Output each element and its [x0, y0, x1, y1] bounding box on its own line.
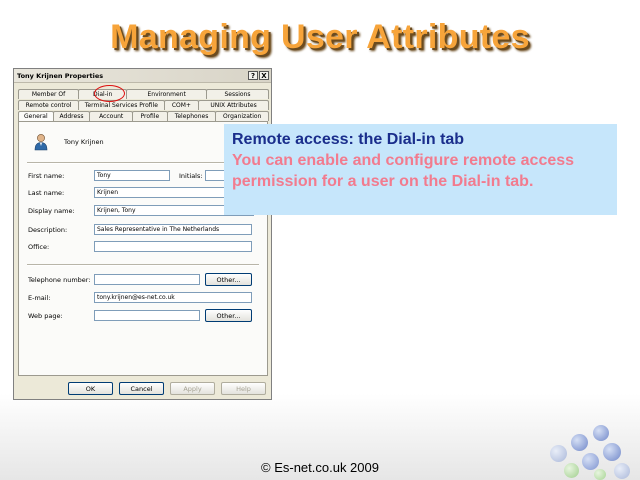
bubble-icon	[571, 434, 588, 451]
email-label: E-mail:	[28, 294, 51, 302]
telephone-label: Telephone number:	[28, 276, 91, 284]
tab-general[interactable]: General	[18, 111, 54, 121]
user-display-name: Tony Krijnen	[64, 138, 104, 146]
tab-account[interactable]: Account	[89, 111, 134, 121]
tab-com-plus[interactable]: COM+	[163, 100, 200, 110]
bubble-icon	[593, 425, 609, 441]
apply-button[interactable]: Apply	[170, 382, 215, 395]
cancel-button[interactable]: Cancel	[119, 382, 164, 395]
bubble-icon	[550, 445, 567, 462]
web-page-other-button[interactable]: Other...	[205, 309, 252, 322]
office-label: Office:	[28, 243, 50, 251]
callout-body: You can enable and configure remote acce…	[232, 152, 575, 190]
callout-heading: Remote access: the Dial-in tab	[232, 131, 465, 148]
web-page-field[interactable]	[94, 310, 200, 321]
tab-terminal-services-profile[interactable]: Terminal Services Profile	[78, 100, 165, 110]
telephone-field[interactable]	[94, 274, 200, 285]
first-name-label: First name:	[28, 172, 65, 180]
tab-telephones[interactable]: Telephones	[166, 111, 217, 121]
tab-member-of[interactable]: Member Of	[18, 89, 80, 99]
web-page-label: Web page:	[28, 312, 63, 320]
dial-in-highlight-circle	[94, 85, 125, 102]
bubble-icon	[564, 463, 579, 478]
initials-label: Initials:	[179, 172, 203, 180]
bubble-icon	[582, 453, 599, 470]
help-button[interactable]: Help	[221, 382, 266, 395]
description-label: Description:	[28, 226, 68, 234]
tab-row-3: General Address Account Profile Telephon…	[18, 111, 270, 121]
tab-organization[interactable]: Organization	[215, 111, 270, 121]
user-icon	[34, 134, 48, 151]
last-name-label: Last name:	[28, 189, 65, 197]
copyright-footer: © Es-net.co.uk 2009	[261, 460, 379, 475]
tab-address[interactable]: Address	[52, 111, 91, 121]
help-title-button[interactable]: ?	[248, 71, 258, 80]
bubble-icon	[594, 469, 606, 480]
dialog-title: Tony Krijnen Properties	[17, 71, 104, 80]
slide-title: Managing User Attributes	[110, 18, 530, 56]
office-field[interactable]	[94, 241, 252, 252]
close-button[interactable]: X	[259, 71, 269, 80]
telephone-other-button[interactable]: Other...	[205, 273, 252, 286]
tab-row-1: Member Of Dial-in Environment Sessions	[18, 89, 270, 99]
email-field[interactable]: tony.krijnen@es-net.co.uk	[94, 292, 252, 303]
tab-remote-control[interactable]: Remote control	[18, 100, 80, 110]
display-name-label: Display name:	[28, 207, 75, 215]
bubble-icon	[603, 443, 621, 461]
tab-sessions[interactable]: Sessions	[206, 89, 270, 99]
tab-unix-attributes[interactable]: UNIX Attributes	[198, 100, 269, 110]
bubble-icon	[614, 463, 630, 479]
user-properties-dialog: Tony Krijnen Properties ? X Member Of Di…	[13, 68, 272, 400]
tab-environment[interactable]: Environment	[126, 89, 207, 99]
callout-box: Remote access: the Dial-in tab You can e…	[224, 124, 617, 215]
tab-row-2: Remote control Terminal Services Profile…	[18, 100, 269, 110]
divider	[27, 264, 259, 266]
ok-button[interactable]: OK	[68, 382, 113, 395]
dialog-titlebar: Tony Krijnen Properties ? X	[14, 69, 271, 83]
tab-profile[interactable]: Profile	[132, 111, 168, 121]
first-name-field[interactable]: Tony	[94, 170, 170, 181]
description-field[interactable]: Sales Representative in The Netherlands	[94, 224, 252, 235]
